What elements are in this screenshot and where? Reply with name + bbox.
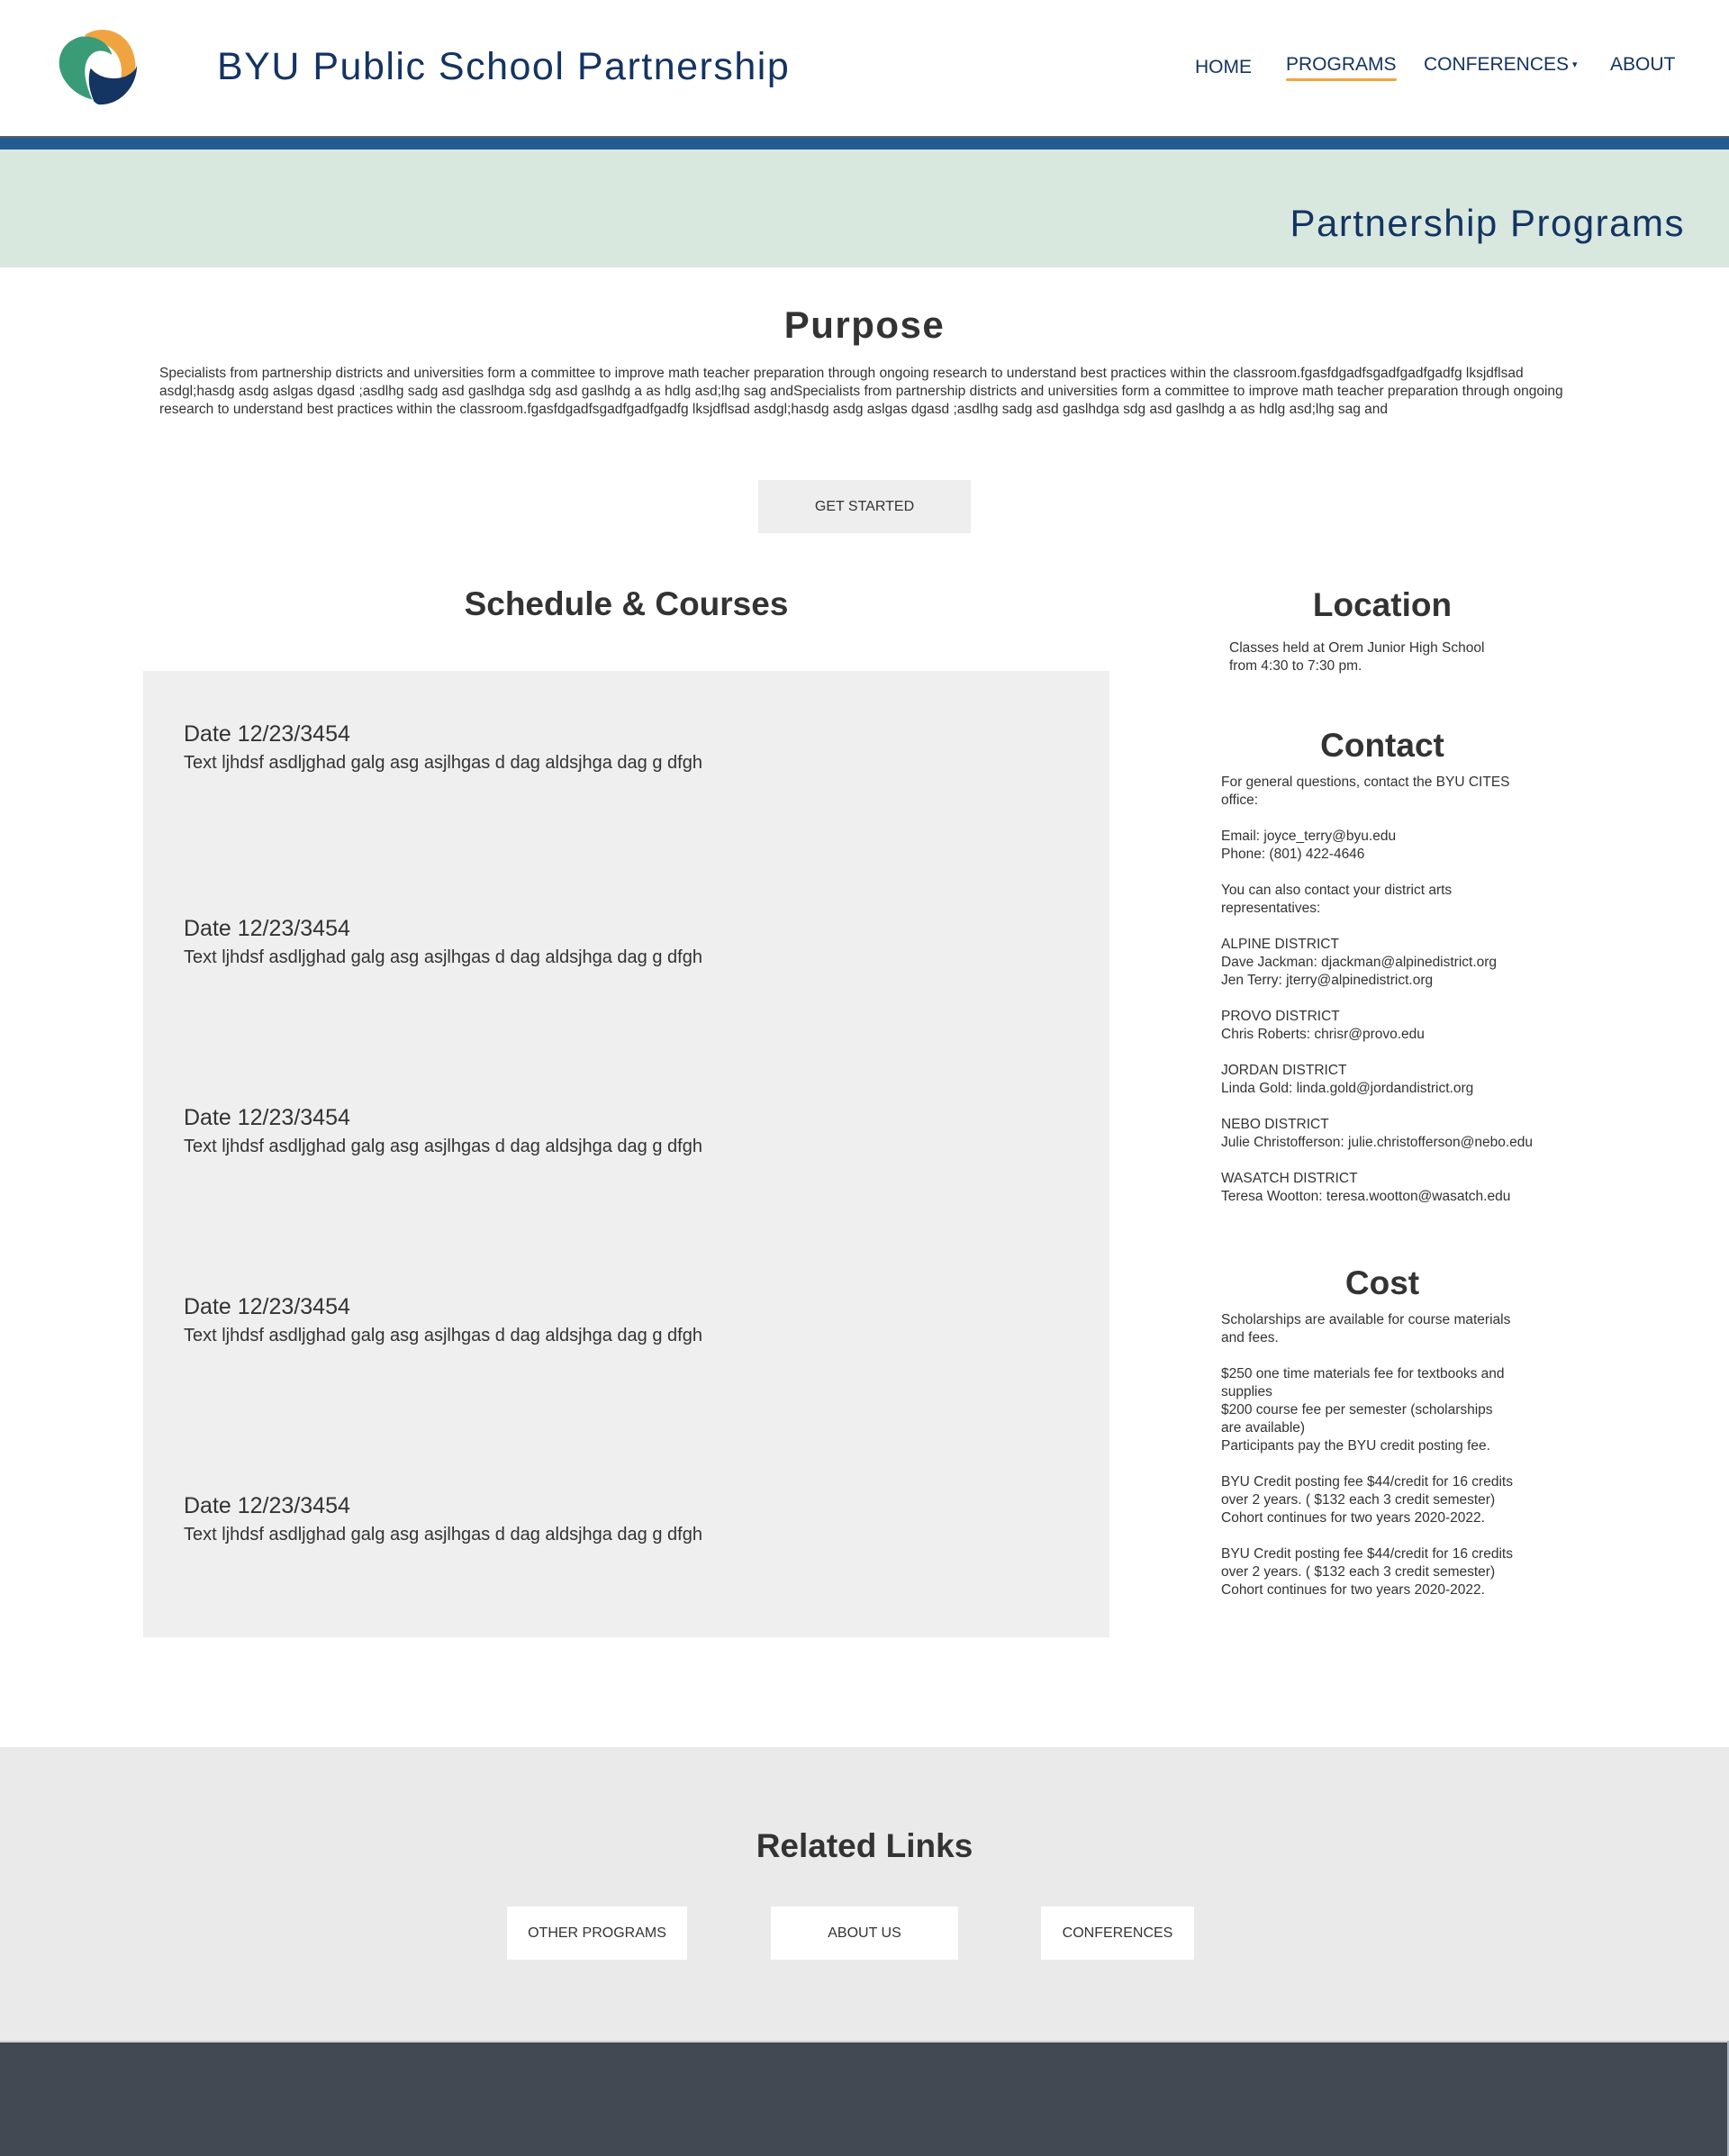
course-date: Date 12/23/3454 (184, 1294, 350, 1319)
page-banner: Partnership Programs (0, 149, 1729, 267)
nav-about[interactable]: ABOUT (1610, 54, 1675, 76)
course-item: Date 12/23/3454 Text ljhdsf asdljghad ga… (184, 1294, 702, 1346)
cost-line: Participants pay the BYU credit posting … (1221, 1438, 1490, 1454)
district-name: NEBO DISTRICT (1221, 1117, 1329, 1132)
district-name: PROVO DISTRICT (1221, 1009, 1340, 1024)
course-date: Date 12/23/3454 (184, 721, 350, 747)
district-name: JORDAN DISTRICT (1221, 1063, 1347, 1078)
page-title: Partnership Programs (1290, 202, 1685, 244)
cost-line: over 2 years. ( $132 each 3 credit semes… (1221, 1492, 1496, 1508)
district-intro-line: You can also contact your district arts (1221, 883, 1453, 898)
get-started-button[interactable]: GET STARTED (758, 480, 971, 533)
cost-heading: Cost (1344, 1264, 1420, 1301)
district-name: ALPINE DISTRICT (1221, 937, 1339, 952)
cost-line: $250 one time materials fee for textbook… (1221, 1366, 1505, 1381)
cost-line: $200 course fee per semester (scholarshi… (1221, 1402, 1493, 1418)
course-description: Text ljhdsf asdljghad galg asg asjlhgas … (184, 1137, 702, 1156)
location-text: Classes held at Orem Junior High School … (1229, 639, 1553, 675)
caret-down-icon: ▾ (1572, 59, 1578, 70)
purpose-heading: Purpose (783, 303, 946, 346)
course-item: Date 12/23/3454 Text ljhdsf asdljghad ga… (184, 916, 702, 968)
course-date: Date 12/23/3454 (184, 1493, 350, 1518)
contact-intro-line: office: (1221, 793, 1259, 808)
cost-line: Cohort continues for two years 2020-2022… (1221, 1510, 1485, 1526)
header-divider-bar (0, 136, 1729, 149)
cost-line: over 2 years. ( $132 each 3 credit semes… (1221, 1564, 1496, 1580)
nav-home[interactable]: HOME (1195, 57, 1252, 78)
cost-line: Cohort continues for two years 2020-2022… (1221, 1582, 1485, 1598)
related-links-section: Related Links OTHER PROGRAMS ABOUT US CO… (0, 1747, 1729, 2041)
nav-programs[interactable]: PROGRAMS (1286, 54, 1397, 81)
cost-line: supplies (1221, 1384, 1272, 1400)
course-item: Date 12/23/3454 Text ljhdsf asdljghad ga… (184, 721, 702, 774)
cost-line: are available) (1221, 1420, 1306, 1436)
location-heading: Location (1312, 586, 1453, 623)
contact-text: For general questions, contact the BYU C… (1221, 774, 1545, 1206)
course-item: Date 12/23/3454 Text ljhdsf asdljghad ga… (184, 1493, 702, 1545)
about-us-button[interactable]: ABOUT US (771, 1907, 958, 1960)
course-description: Text ljhdsf asdljghad galg asg asjlhgas … (184, 1326, 702, 1345)
course-description: Text ljhdsf asdljghad galg asg asjlhgas … (184, 1525, 702, 1545)
course-date: Date 12/23/3454 (184, 1105, 350, 1130)
cost-line: Scholarships are available for course ma… (1221, 1312, 1511, 1327)
nav-programs-label: PROGRAMS (1286, 54, 1397, 75)
other-programs-button[interactable]: OTHER PROGRAMS (507, 1907, 687, 1960)
schedule-list: Date 12/23/3454 Text ljhdsf asdljghad ga… (143, 671, 1109, 1637)
site-title[interactable]: BYU Public School Partnership (217, 45, 790, 89)
conferences-button[interactable]: CONFERENCES (1041, 1907, 1194, 1960)
location-line: from 4:30 to 7:30 pm. (1229, 658, 1362, 674)
site-header: BYU Public School Partnership HOME PROGR… (0, 0, 1729, 136)
nav-conferences-label: CONFERENCES (1424, 54, 1570, 75)
course-description: Text ljhdsf asdljghad galg asg asjlhgas … (184, 753, 702, 773)
swirl-logo-icon[interactable] (56, 23, 139, 106)
course-date: Date 12/23/3454 (184, 916, 350, 941)
district-contact[interactable]: Dave Jackman: djackman@alpinedistrict.or… (1221, 954, 1545, 972)
schedule-heading: Schedule & Courses (464, 585, 789, 622)
related-links-heading: Related Links (756, 1827, 973, 1864)
district-name: WASATCH DISTRICT (1221, 1171, 1358, 1186)
contact-heading: Contact (1320, 727, 1444, 764)
nav-conferences[interactable]: CONFERENCES ▾ (1424, 54, 1578, 76)
nav-about-label: ABOUT (1610, 54, 1676, 75)
district-contact[interactable]: Jen Terry: jterry@alpinedistrict.org (1221, 972, 1545, 990)
cost-text: Scholarships are available for course ma… (1221, 1311, 1545, 1599)
cost-line: BYU Credit posting fee $44/credit for 16… (1221, 1474, 1513, 1490)
cost-line: BYU Credit posting fee $44/credit for 16… (1221, 1546, 1513, 1562)
contact-email[interactable]: Email: joyce_terry@byu.edu (1221, 828, 1545, 846)
purpose-text: Specialists from partnership districts a… (159, 366, 1563, 417)
active-nav-underline (1286, 78, 1397, 81)
contact-phone[interactable]: Phone: (801) 422-4646 (1221, 846, 1545, 864)
district-contact[interactable]: Linda Gold: linda.gold@jordandistrict.or… (1221, 1080, 1545, 1098)
nav-home-label: HOME (1195, 57, 1252, 77)
district-contact[interactable]: Teresa Wootton: teresa.wootton@wasatch.e… (1221, 1188, 1545, 1206)
site-footer (0, 2041, 1727, 2156)
district-contact[interactable]: Chris Roberts: chrisr@provo.edu (1221, 1026, 1545, 1044)
district-intro-line: representatives: (1221, 901, 1321, 916)
district-contact[interactable]: Julie Christofferson: julie.christoffers… (1221, 1134, 1545, 1152)
location-line: Classes held at Orem Junior High School (1229, 640, 1485, 656)
cost-line: and fees. (1221, 1330, 1279, 1345)
course-item: Date 12/23/3454 Text ljhdsf asdljghad ga… (184, 1105, 702, 1157)
contact-intro-line: For general questions, contact the BYU C… (1221, 775, 1510, 790)
course-description: Text ljhdsf asdljghad galg asg asjlhgas … (184, 947, 702, 967)
